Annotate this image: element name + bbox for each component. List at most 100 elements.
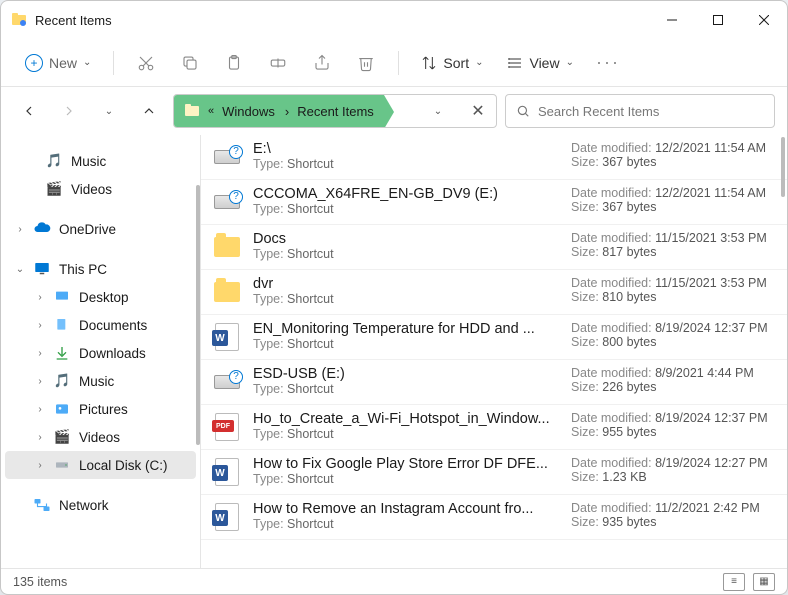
item-type: Type: Shortcut [253, 247, 561, 261]
forward-button[interactable] [53, 95, 85, 127]
search-input[interactable]: Search Recent Items [505, 94, 775, 128]
folder-icon [184, 103, 200, 119]
list-item[interactable]: dvr Type: Shortcut Date modified: 11/15/… [201, 270, 787, 315]
expand-icon[interactable]: › [33, 318, 47, 332]
sidebar-item-downloads[interactable]: ›Downloads [5, 339, 196, 367]
sidebar-item-music[interactable]: 🎵Music [5, 147, 196, 175]
sidebar-item-onedrive[interactable]: ›OneDrive [5, 215, 196, 243]
item-side: Date modified: 12/2/2021 11:54 AM Size: … [571, 186, 771, 214]
item-side: Date modified: 11/15/2021 3:53 PM Size: … [571, 231, 771, 259]
item-name: ESD-USB (E:) [253, 366, 561, 382]
separator [113, 51, 114, 75]
breadcrumb-rest: ⌄ ✕ [384, 95, 496, 127]
item-name: How to Remove an Instagram Account fro..… [253, 501, 561, 517]
item-body: Ho_to_Create_a_Wi-Fi_Hotspot_in_Window..… [253, 411, 561, 441]
sidebar-item-network[interactable]: Network [5, 491, 196, 519]
nav-sidebar: 🎵Music 🎬Videos ›OneDrive ⌄This PC ›Deskt… [1, 135, 201, 568]
videos-icon: 🎬 [53, 428, 71, 446]
more-button[interactable]: ··· [588, 45, 628, 81]
sidebar-item-pictures[interactable]: ›Pictures [5, 395, 196, 423]
file-icon [211, 276, 243, 308]
view-icon [507, 55, 523, 71]
tiles-view-toggle[interactable]: ▦ [753, 573, 775, 591]
pc-icon [33, 260, 51, 278]
cut-button[interactable] [126, 45, 166, 81]
sort-label: Sort [443, 55, 469, 71]
new-button[interactable]: + New ⌄ [15, 48, 101, 78]
pictures-icon [53, 400, 71, 418]
sidebar-item-videos2[interactable]: ›🎬Videos [5, 423, 196, 451]
status-right: ≡ ▦ [723, 573, 775, 591]
music-icon: 🎵 [53, 372, 71, 390]
details-view-toggle[interactable]: ≡ [723, 573, 745, 591]
share-button[interactable] [302, 45, 342, 81]
expand-icon[interactable]: › [33, 346, 47, 360]
sidebar-item-localdisk[interactable]: ›Local Disk (C:) [5, 451, 196, 479]
close-button[interactable] [741, 1, 787, 39]
search-placeholder: Search Recent Items [538, 104, 659, 119]
sidebar-item-thispc[interactable]: ⌄This PC [5, 255, 196, 283]
item-name: Ho_to_Create_a_Wi-Fi_Hotspot_in_Window..… [253, 411, 561, 427]
desktop-icon [53, 288, 71, 306]
sidebar-item-desktop[interactable]: ›Desktop [5, 283, 196, 311]
sort-button[interactable]: Sort ⌄ [411, 49, 493, 77]
up-button[interactable] [133, 95, 165, 127]
onedrive-icon [33, 220, 51, 238]
list-item[interactable]: E:\ Type: Shortcut Date modified: 12/2/2… [201, 135, 787, 180]
list-item[interactable]: Docs Type: Shortcut Date modified: 11/15… [201, 225, 787, 270]
list-item[interactable]: How to Remove an Instagram Account fro..… [201, 495, 787, 540]
item-name: dvr [253, 276, 561, 292]
item-type: Type: Shortcut [253, 202, 561, 216]
list-item[interactable]: How to Fix Google Play Store Error DF DF… [201, 450, 787, 495]
sidebar-item-music2[interactable]: ›🎵Music [5, 367, 196, 395]
separator [398, 51, 399, 75]
item-type: Type: Shortcut [253, 427, 561, 441]
recent-locations-button[interactable]: ⌄ [93, 95, 125, 127]
expand-icon[interactable]: › [33, 458, 47, 472]
rename-button[interactable] [258, 45, 298, 81]
file-list: E:\ Type: Shortcut Date modified: 12/2/2… [201, 135, 787, 568]
list-item[interactable]: EN_Monitoring Temperature for HDD and ..… [201, 315, 787, 360]
collapse-icon[interactable]: ⌄ [13, 262, 27, 276]
delete-button[interactable] [346, 45, 386, 81]
expand-icon[interactable]: › [33, 402, 47, 416]
item-body: ESD-USB (E:) Type: Shortcut [253, 366, 561, 396]
item-side: Date modified: 8/9/2021 4:44 PM Size: 22… [571, 366, 771, 394]
back-button[interactable] [13, 95, 45, 127]
breadcrumb-active: « Windows› Recent Items [174, 95, 384, 127]
content-area: 🎵Music 🎬Videos ›OneDrive ⌄This PC ›Deskt… [1, 135, 787, 568]
explorer-window: Recent Items + New ⌄ Sort ⌄ View [0, 0, 788, 595]
sidebar-scrollbar[interactable] [196, 185, 200, 445]
view-button[interactable]: View ⌄ [497, 49, 583, 77]
videos-icon: 🎬 [45, 180, 63, 198]
minimize-button[interactable] [649, 1, 695, 39]
item-body: Docs Type: Shortcut [253, 231, 561, 261]
item-name: EN_Monitoring Temperature for HDD and ..… [253, 321, 561, 337]
file-icon [211, 186, 243, 218]
file-icon [211, 501, 243, 533]
expand-icon[interactable]: › [13, 222, 27, 236]
main-scrollbar[interactable] [781, 137, 785, 197]
list-item[interactable]: CCCOMA_X64FRE_EN-GB_DV9 (E:) Type: Short… [201, 180, 787, 225]
sidebar-item-videos[interactable]: 🎬Videos [5, 175, 196, 203]
maximize-button[interactable] [695, 1, 741, 39]
copy-button[interactable] [170, 45, 210, 81]
view-label: View [529, 55, 559, 71]
expand-icon[interactable]: › [33, 430, 47, 444]
breadcrumb-dropdown[interactable]: ⌄ [426, 99, 450, 123]
list-item[interactable]: Ho_to_Create_a_Wi-Fi_Hotspot_in_Window..… [201, 405, 787, 450]
sidebar-item-documents[interactable]: ›Documents [5, 311, 196, 339]
address-bar[interactable]: « Windows› Recent Items ⌄ ✕ [173, 94, 497, 128]
breadcrumb-seg[interactable]: Windows› [222, 104, 289, 119]
paste-button[interactable] [214, 45, 254, 81]
titlebar-left: Recent Items [11, 12, 112, 28]
item-type: Type: Shortcut [253, 292, 561, 306]
tab-close-button[interactable]: ✕ [466, 99, 490, 123]
item-side: Date modified: 8/19/2024 12:37 PM Size: … [571, 321, 771, 349]
list-item[interactable]: ESD-USB (E:) Type: Shortcut Date modifie… [201, 360, 787, 405]
expand-icon[interactable]: › [33, 290, 47, 304]
titlebar: Recent Items [1, 1, 787, 39]
app-icon [11, 12, 27, 28]
expand-icon[interactable]: › [33, 374, 47, 388]
breadcrumb-seg[interactable]: Recent Items [297, 104, 374, 119]
